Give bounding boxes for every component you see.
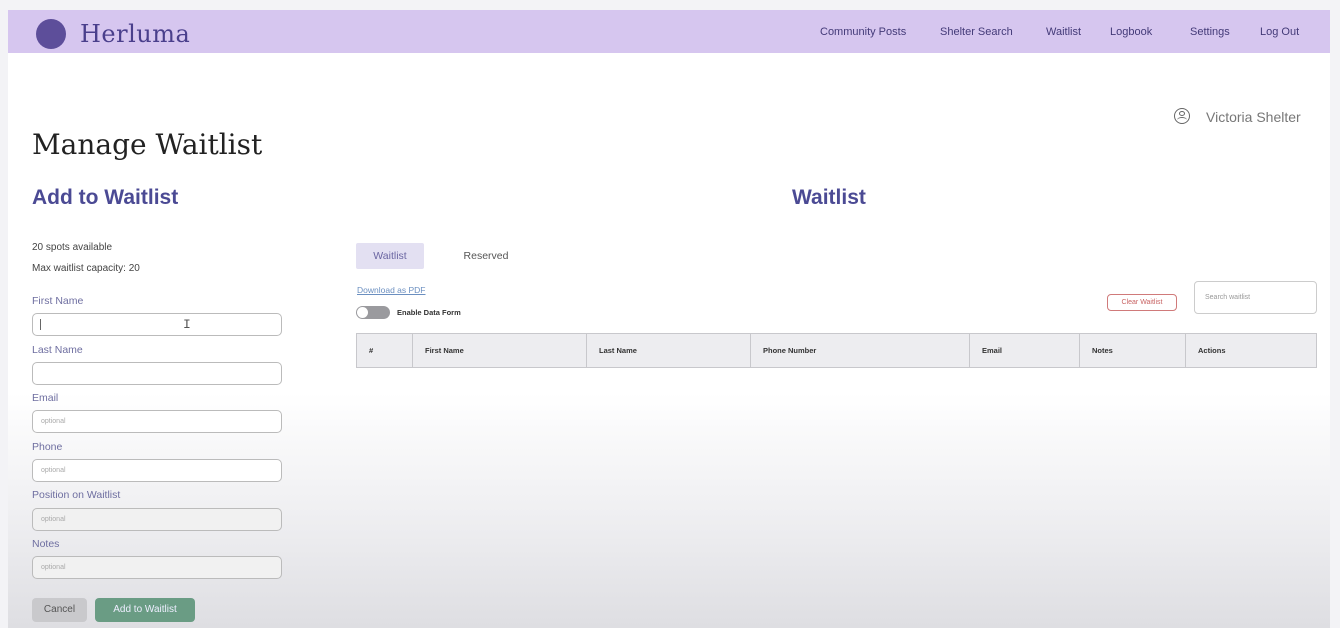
clear-waitlist-button[interactable]: Clear Waitlist xyxy=(1107,294,1177,311)
phone-input[interactable]: optional xyxy=(32,459,282,482)
waitlist-table: # First Name Last Name Phone Number Emai… xyxy=(356,333,1317,368)
input-caret xyxy=(40,319,41,330)
last-name-input[interactable] xyxy=(32,362,282,385)
tab-waitlist[interactable]: Waitlist xyxy=(356,243,424,269)
toggle-knob xyxy=(357,307,368,318)
add-to-waitlist-heading: Add to Waitlist xyxy=(32,186,179,209)
first-name-label: First Name xyxy=(32,295,84,307)
column-header-notes: Notes xyxy=(1080,334,1186,367)
enable-data-form-label: Enable Data Form xyxy=(397,308,461,317)
add-to-waitlist-button[interactable]: Add to Waitlist xyxy=(95,598,195,622)
nav-waitlist[interactable]: Waitlist xyxy=(1046,26,1081,38)
enable-data-form-toggle[interactable] xyxy=(356,306,390,319)
nav-settings[interactable]: Settings xyxy=(1190,26,1230,38)
nav-logbook[interactable]: Logbook xyxy=(1110,26,1152,38)
first-name-input[interactable] xyxy=(32,313,282,336)
notes-label: Notes xyxy=(32,538,60,550)
email-label: Email xyxy=(32,392,59,404)
top-navbar: Herluma Community Posts Shelter Search W… xyxy=(8,10,1330,53)
column-header-first-name: First Name xyxy=(413,334,587,367)
mouse-text-cursor-icon: I xyxy=(183,317,191,332)
column-header-actions: Actions xyxy=(1198,346,1226,355)
column-header-phone-number: Phone Number xyxy=(751,334,970,367)
user-name[interactable]: Victoria Shelter xyxy=(1206,109,1301,125)
position-input[interactable]: optional xyxy=(32,508,282,531)
column-header-number: # xyxy=(357,334,413,367)
column-header-last-name: Last Name xyxy=(587,334,751,367)
nav-community-posts[interactable]: Community Posts xyxy=(820,26,906,38)
download-pdf-link[interactable]: Download as PDF xyxy=(357,285,426,295)
logo-icon[interactable] xyxy=(36,19,66,49)
tab-reserved[interactable]: Reserved xyxy=(451,243,521,269)
brand-name[interactable]: Herluma xyxy=(80,20,190,48)
phone-label: Phone xyxy=(32,441,63,453)
nav-shelter-search[interactable]: Shelter Search xyxy=(940,26,1013,38)
user-account-icon[interactable] xyxy=(1174,108,1190,124)
column-header-email: Email xyxy=(970,334,1080,367)
notes-input[interactable]: optional xyxy=(32,556,282,579)
nav-log-out[interactable]: Log Out xyxy=(1260,26,1299,38)
last-name-label: Last Name xyxy=(32,344,83,356)
spots-available-text: 20 spots available xyxy=(32,242,113,253)
waitlist-heading: Waitlist xyxy=(792,186,866,209)
search-waitlist-input[interactable]: Search waitlist xyxy=(1194,281,1317,314)
cancel-button[interactable]: Cancel xyxy=(32,598,87,622)
max-capacity-text: Max waitlist capacity: 20 xyxy=(32,263,140,274)
position-label: Position on Waitlist xyxy=(32,489,121,501)
app-window: Herluma Community Posts Shelter Search W… xyxy=(8,10,1330,628)
page-title: Manage Waitlist xyxy=(32,128,263,161)
email-input[interactable]: optional xyxy=(32,410,282,433)
